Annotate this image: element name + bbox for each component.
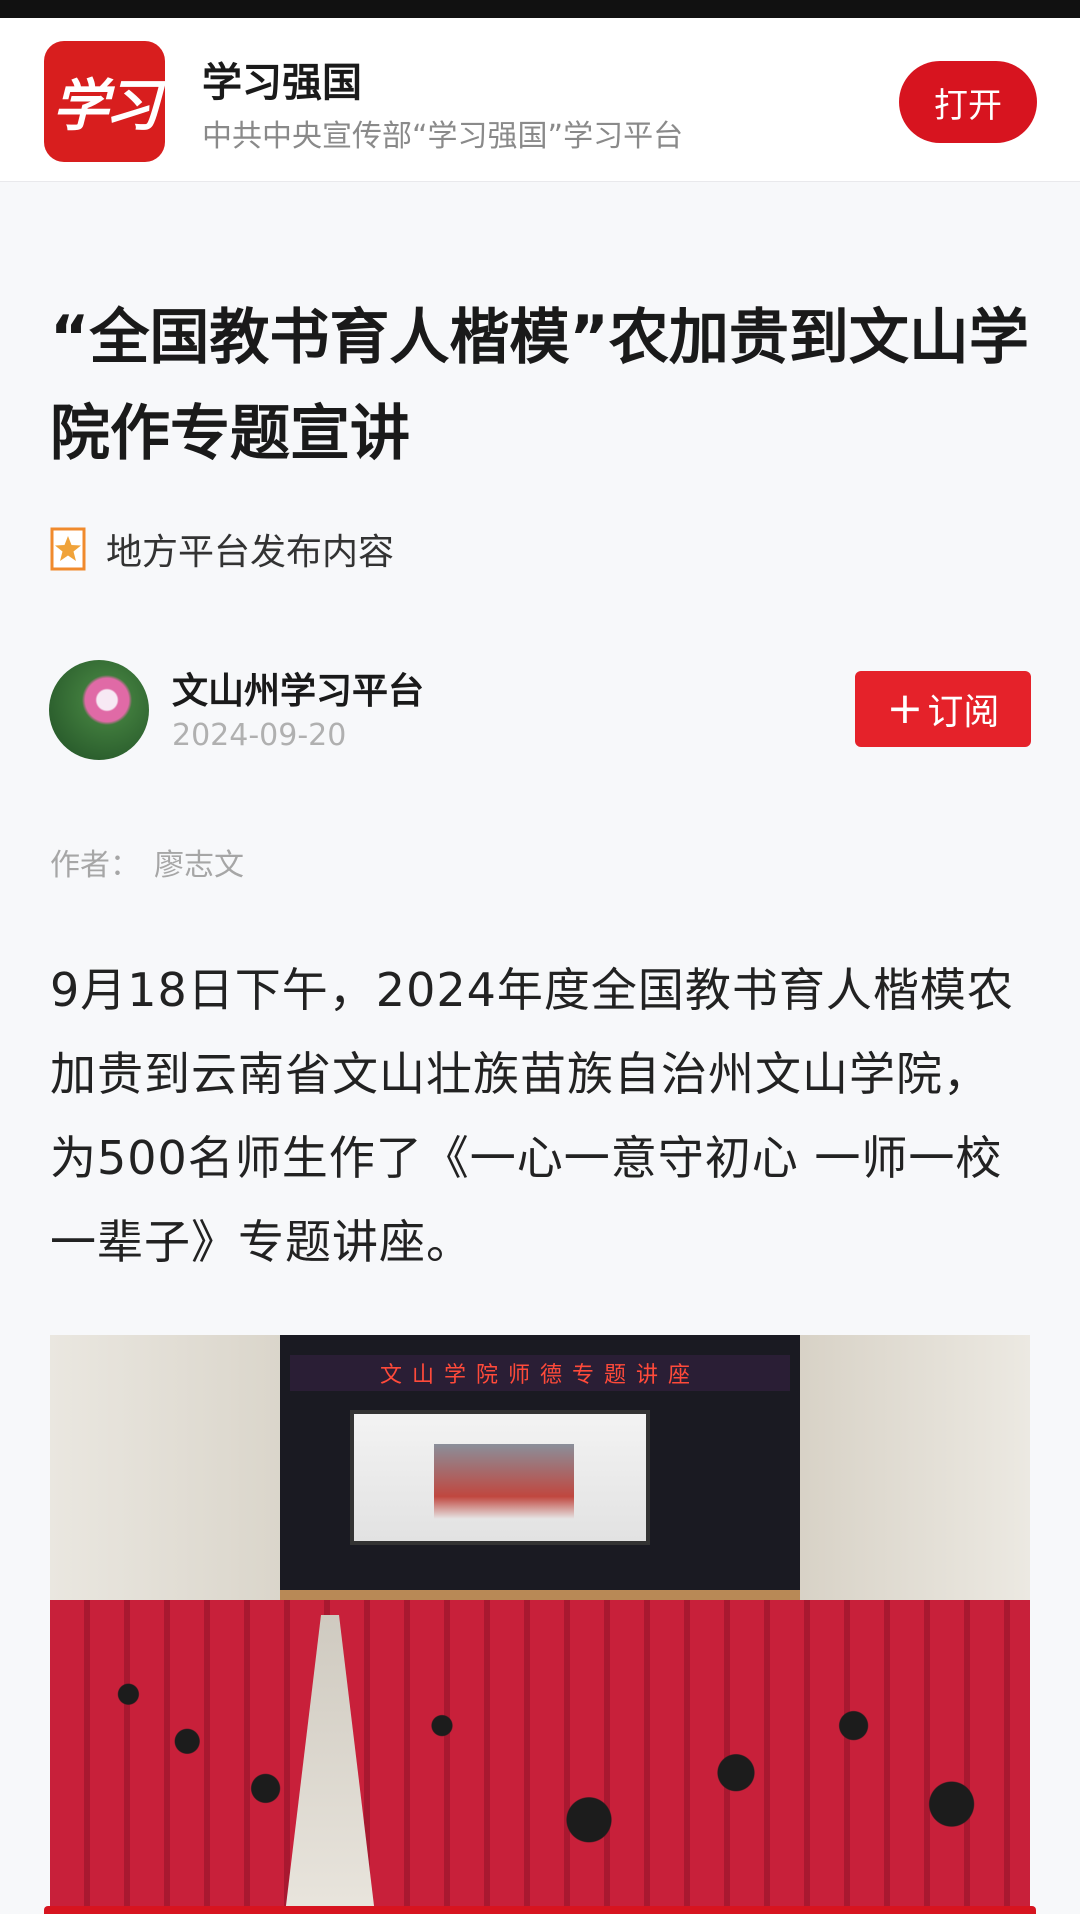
article-title: “全国教书育人楷模”农加贵到文山学院作专题宣讲 bbox=[50, 303, 1029, 469]
subscribe-button[interactable]: + 订阅 bbox=[855, 671, 1031, 747]
byline-author: 廖志文 bbox=[154, 848, 244, 883]
photo-audience bbox=[50, 1600, 1030, 1914]
source-tag: 地方平台发布内容 bbox=[50, 525, 394, 573]
article-body-paragraph: 9月18日下午，2024年度全国教书育人楷模农加贵到云南省文山壮族苗族自治州文山… bbox=[50, 963, 1014, 1269]
star-badge-icon bbox=[50, 527, 86, 571]
photo-projection-screen bbox=[350, 1410, 650, 1545]
channel-name[interactable]: 文山州学习平台 bbox=[172, 662, 424, 714]
channel-avatar[interactable] bbox=[49, 660, 149, 760]
app-logo[interactable]: 学习 bbox=[44, 41, 165, 162]
app-name: 学习强国 bbox=[202, 60, 362, 106]
open-app-button[interactable]: 打开 bbox=[899, 61, 1037, 143]
photo-stage-banner: 文山学院师德专题讲座 bbox=[290, 1355, 790, 1391]
subscribe-label: 订阅 bbox=[927, 692, 1000, 733]
article-photo[interactable]: 文山学院师德专题讲座 bbox=[50, 1335, 1030, 1914]
byline: 作者： 廖志文 bbox=[50, 840, 244, 884]
bottom-bar[interactable] bbox=[44, 1906, 1036, 1914]
source-tag-label: 地方平台发布内容 bbox=[106, 532, 395, 573]
byline-label: 作者： bbox=[50, 848, 140, 883]
app-download-banner: 学习 学习强国 中共中央宣传部“学习强国”学习平台 打开 bbox=[0, 18, 1080, 182]
photo-screen-image bbox=[434, 1444, 574, 1519]
status-bar bbox=[0, 0, 1080, 18]
plus-icon: + bbox=[886, 683, 924, 734]
app-description: 中共中央宣传部“学习强国”学习平台 bbox=[202, 119, 684, 154]
publish-date: 2024-09-20 bbox=[172, 718, 347, 753]
